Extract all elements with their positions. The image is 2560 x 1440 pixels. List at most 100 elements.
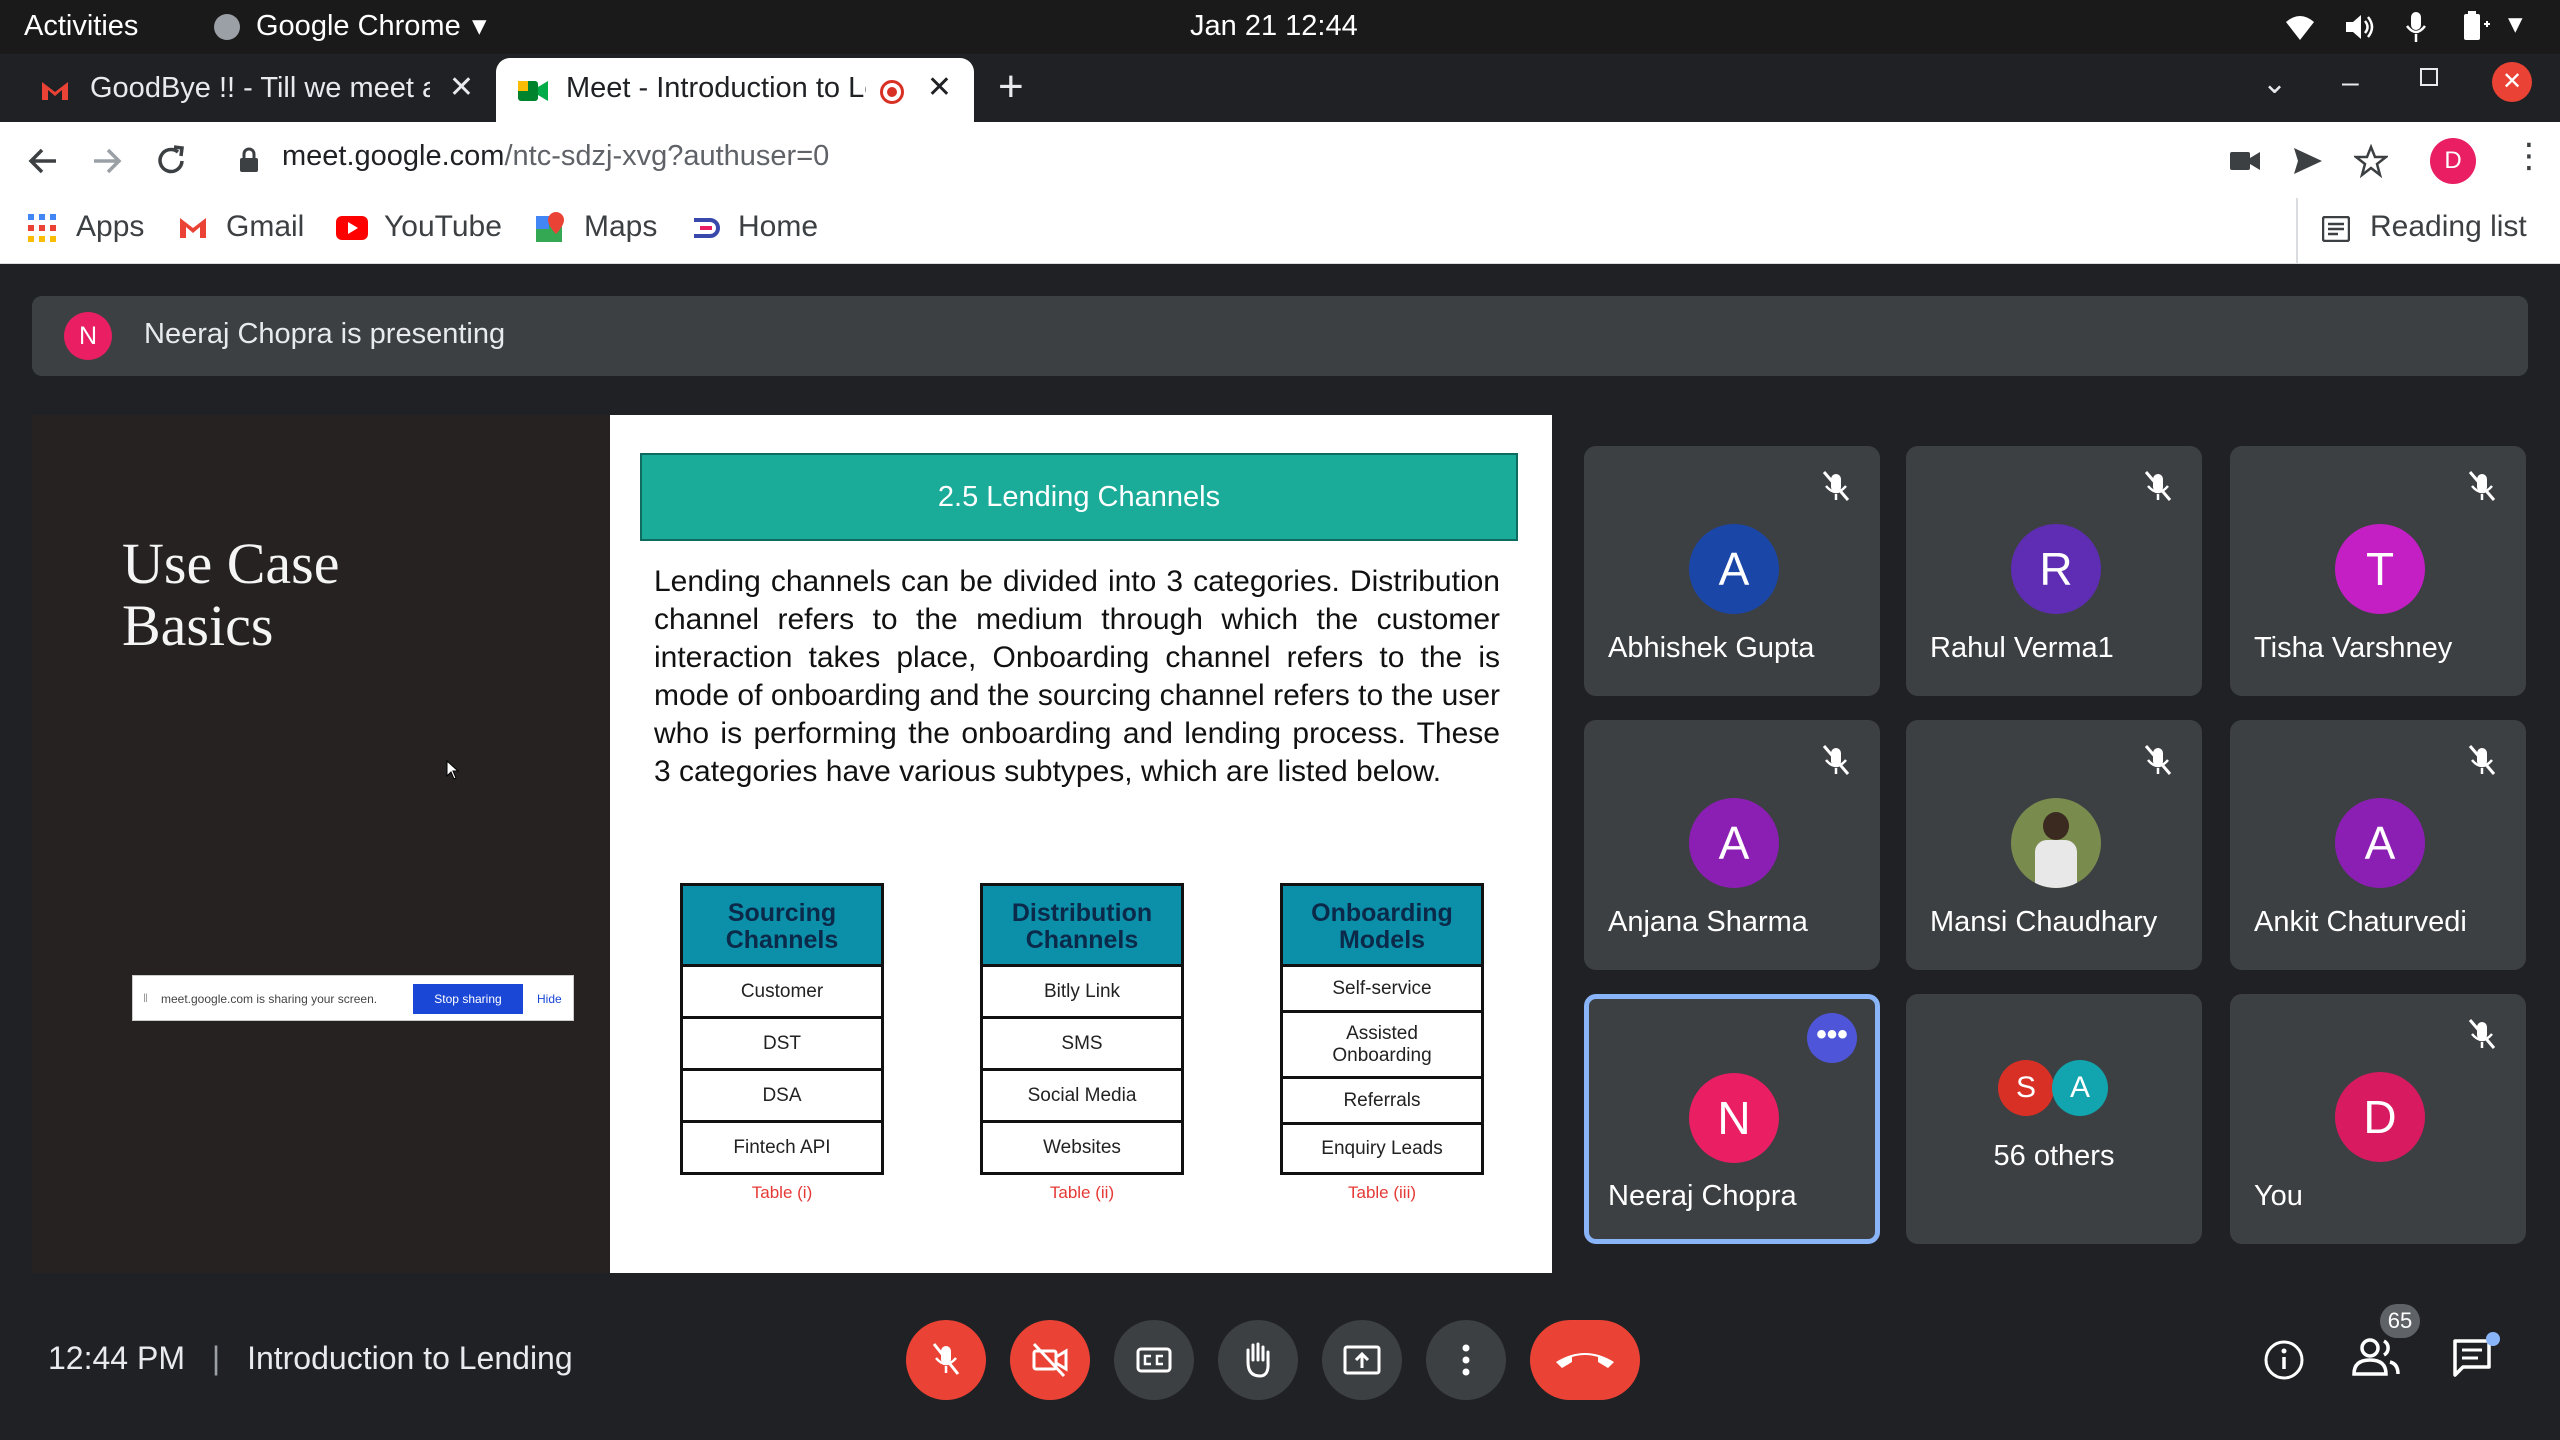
url-host: meet.google.com <box>282 140 505 172</box>
raise-hand-button[interactable] <box>1218 1320 1298 1400</box>
app-menu[interactable]: Google Chrome <box>256 10 461 43</box>
youtube-icon <box>336 216 368 240</box>
minimize-icon[interactable]: – <box>2342 66 2359 100</box>
forward-icon[interactable] <box>90 144 124 178</box>
table-cell: SMS <box>980 1019 1184 1071</box>
window-close-icon[interactable]: ✕ <box>2492 62 2532 102</box>
close-icon[interactable]: ✕ <box>449 70 474 105</box>
participant-tile[interactable]: R Rahul Verma1 <box>1906 446 2202 696</box>
info-icon[interactable] <box>2262 1338 2306 1382</box>
participant-avatar: A <box>2052 1060 2108 1116</box>
table-distribution-channels: Distribution Channels Bitly Link SMS Soc… <box>980 883 1184 1203</box>
url-field[interactable]: meet.google.com/ntc-sdzj-xvg?authuser=0 <box>282 140 829 173</box>
maximize-icon[interactable] <box>2420 68 2438 86</box>
mic-off-icon <box>2144 471 2172 501</box>
bookmark-youtube[interactable]: YouTube <box>336 210 502 244</box>
new-tab-icon[interactable]: + <box>998 62 1024 112</box>
mic-off-icon <box>932 1343 960 1375</box>
profile-avatar[interactable]: D <box>2430 138 2476 184</box>
star-icon[interactable] <box>2354 144 2388 178</box>
participant-name: Rahul Verma1 <box>1930 632 2114 664</box>
battery-icon[interactable] <box>2456 10 2496 44</box>
people-button[interactable] <box>2352 1334 2412 1386</box>
tab-label: GoodBye !! - Till we meet again <box>90 72 430 104</box>
table-sourcing-channels: Sourcing Channels Customer DST DSA Finte… <box>680 883 884 1203</box>
slide-left-panel: Use Case Basics ‖ meet.google.com is sha… <box>32 415 610 1273</box>
chrome-icon <box>214 14 240 40</box>
participant-tile-active[interactable]: ••• N Neeraj Chopra <box>1584 994 1880 1244</box>
chevron-down-icon[interactable]: ▾ <box>2508 6 2523 41</box>
gmail-icon <box>180 218 206 238</box>
toggle-mic-button[interactable] <box>906 1320 986 1400</box>
bookmark-label: Home <box>738 210 819 243</box>
clock[interactable]: Jan 21 12:44 <box>1190 10 1358 43</box>
table-onboarding-models: Onboarding Models Self-service Assisted … <box>1280 883 1484 1203</box>
back-icon[interactable] <box>26 144 60 178</box>
people-icon <box>2352 1338 2400 1376</box>
unread-dot-icon <box>2486 1332 2500 1346</box>
mouse-cursor-icon <box>446 760 460 780</box>
participant-avatar: N <box>1689 1073 1779 1163</box>
meeting-title[interactable]: Introduction to Lending <box>247 1340 573 1376</box>
bookmark-home[interactable]: Home <box>690 210 818 244</box>
close-icon[interactable]: ✕ <box>927 70 952 105</box>
mic-off-icon <box>1822 745 1850 775</box>
participant-tile[interactable]: T Tisha Varshney <box>2230 446 2526 696</box>
self-tile[interactable]: D You <box>2230 994 2526 1244</box>
bookmark-label: Maps <box>584 210 658 243</box>
chat-button[interactable] <box>2452 1332 2502 1386</box>
captions-button[interactable] <box>1114 1320 1194 1400</box>
chevron-down-icon[interactable]: ▾ <box>472 8 487 43</box>
camera-icon[interactable] <box>2230 150 2260 172</box>
microphone-icon[interactable] <box>2404 10 2428 44</box>
table-caption: Table (i) <box>751 1183 813 1202</box>
send-icon[interactable] <box>2292 146 2324 176</box>
table-cell: Social Media <box>980 1071 1184 1123</box>
more-vert-icon[interactable]: ⋮ <box>2512 136 2546 176</box>
raise-hand-icon <box>1246 1342 1270 1378</box>
bookmark-maps[interactable]: Maps <box>536 210 657 244</box>
present-screen-button[interactable] <box>1322 1320 1402 1400</box>
more-options-button[interactable] <box>1426 1320 1506 1400</box>
toggle-camera-button[interactable] <box>1010 1320 1090 1400</box>
participant-avatar: D <box>2335 1072 2425 1162</box>
tab-gmail[interactable]: GoodBye !! - Till we meet again ✕ <box>20 58 490 122</box>
slide-title-line: Basics <box>122 593 274 658</box>
call-end-icon <box>1556 1353 1614 1368</box>
people-count-badge: 65 <box>2380 1304 2420 1338</box>
gmail-icon <box>42 82 68 100</box>
reload-icon[interactable] <box>154 144 188 178</box>
table-cell: DSA <box>680 1071 884 1123</box>
participant-tile[interactable]: A Anjana Sharma <box>1584 720 1880 970</box>
bookmark-gmail[interactable]: Gmail <box>178 210 304 244</box>
reading-list-icon <box>2322 216 2350 242</box>
mic-off-icon <box>2468 1019 2496 1049</box>
tab-strip: GoodBye !! - Till we meet again ✕ Meet -… <box>0 54 2560 122</box>
reading-list-button[interactable]: Reading list <box>2322 210 2527 244</box>
tab-search-icon[interactable]: ⌄ <box>2262 66 2287 101</box>
bookmarks-bar: Apps Gmail YouTube Maps Home Reading lis… <box>0 198 2560 264</box>
activities-button[interactable]: Activities <box>24 10 138 43</box>
presenting-text: Neeraj Chopra is presenting <box>144 318 506 350</box>
presenting-banner: N Neeraj Chopra is presenting <box>32 296 2528 376</box>
participant-tile[interactable]: A Ankit Chaturvedi <box>2230 720 2526 970</box>
table-header: Onboarding Models <box>1280 883 1484 967</box>
home-icon <box>694 218 720 238</box>
divider <box>2296 198 2298 264</box>
meeting-info: 12:44 PM | Introduction to Lending <box>48 1340 573 1377</box>
stop-sharing-button[interactable]: Stop sharing <box>413 984 523 1014</box>
bookmark-apps[interactable]: Apps <box>28 210 144 244</box>
more-options-icon[interactable]: ••• <box>1807 1013 1857 1063</box>
hide-button[interactable]: Hide <box>537 992 562 1006</box>
others-tile[interactable]: S A 56 others <box>1906 994 2202 1244</box>
lock-icon[interactable] <box>238 146 260 174</box>
tab-meet[interactable]: Meet - Introduction to Lending ✕ <box>496 58 974 122</box>
leave-call-button[interactable] <box>1530 1320 1640 1400</box>
participant-tile[interactable]: A Abhishek Gupta <box>1584 446 1880 696</box>
slide-title-line: Use Case <box>122 531 340 596</box>
bookmark-label: YouTube <box>384 210 502 243</box>
participant-tile[interactable]: Mansi Chaudhary <box>1906 720 2202 970</box>
wifi-icon[interactable] <box>2284 12 2316 42</box>
volume-icon[interactable] <box>2344 12 2378 42</box>
participant-photo <box>2011 798 2101 888</box>
